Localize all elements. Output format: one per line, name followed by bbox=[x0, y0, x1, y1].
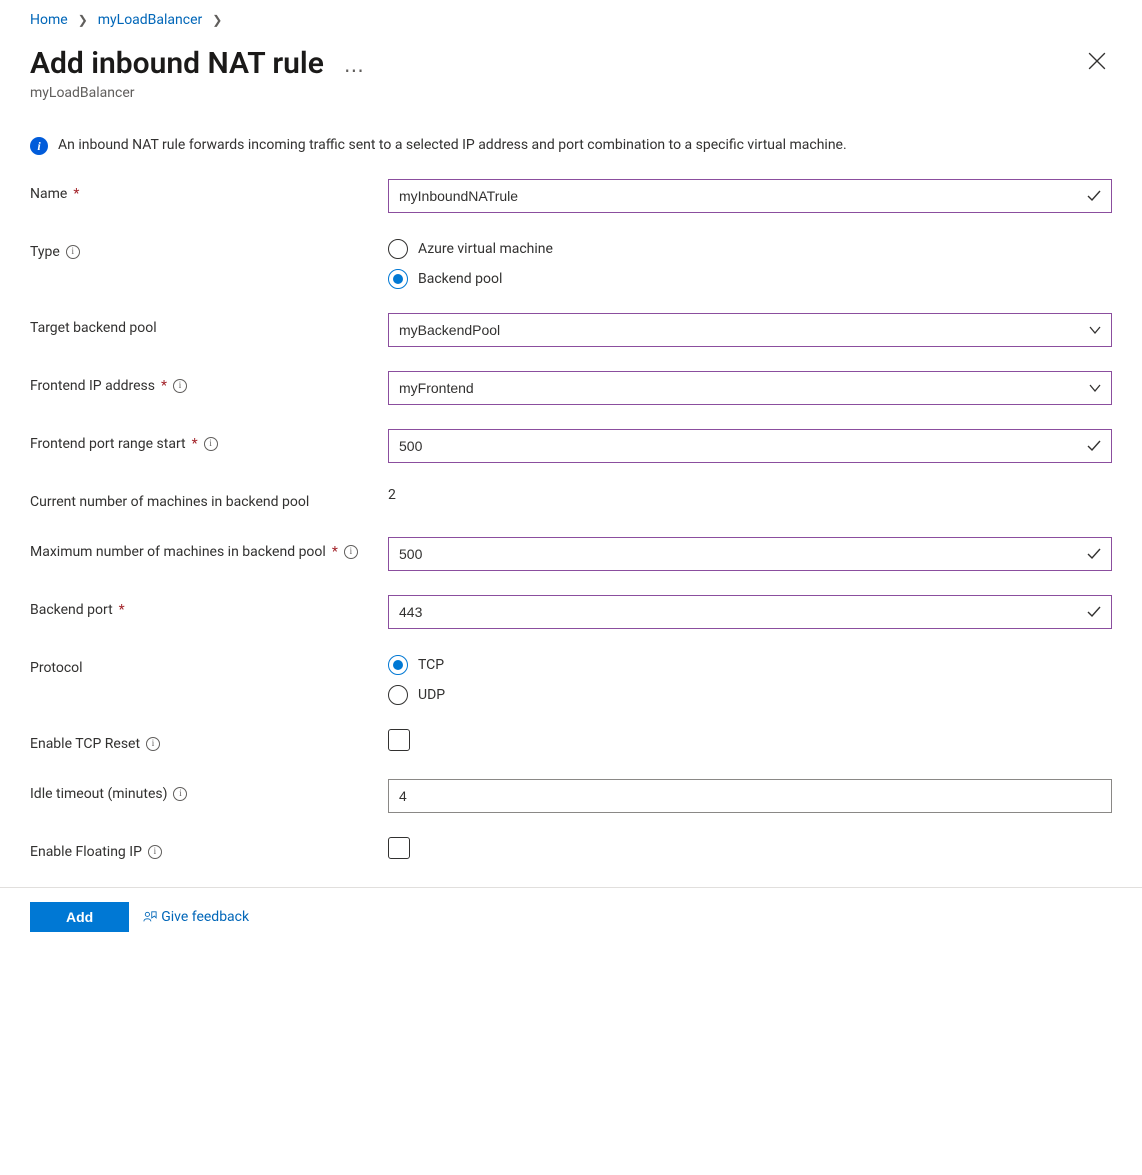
feedback-icon bbox=[143, 910, 157, 924]
max-machines-input[interactable] bbox=[388, 537, 1112, 571]
close-button[interactable] bbox=[1082, 46, 1112, 80]
frontend-ip-select[interactable] bbox=[388, 371, 1112, 405]
breadcrumb: Home ❯ myLoadBalancer ❯ bbox=[30, 12, 1112, 28]
type-radio-group: Azure virtual machine Backend pool bbox=[388, 237, 1112, 289]
protocol-radio-udp[interactable]: UDP bbox=[388, 685, 1112, 705]
label-floating-ip: Enable Floating IP i bbox=[30, 837, 388, 863]
info-text: An inbound NAT rule forwards incoming tr… bbox=[58, 135, 847, 157]
radio-icon bbox=[388, 239, 408, 259]
chevron-right-icon: ❯ bbox=[78, 13, 88, 27]
radio-icon bbox=[388, 655, 408, 675]
name-input[interactable] bbox=[388, 179, 1112, 213]
breadcrumb-home[interactable]: Home bbox=[30, 12, 68, 28]
help-icon[interactable]: i bbox=[173, 379, 187, 393]
label-frontend-ip: Frontend IP address* i bbox=[30, 371, 388, 397]
page-title: Add inbound NAT rule bbox=[30, 46, 324, 81]
give-feedback-link[interactable]: Give feedback bbox=[143, 909, 249, 925]
label-current-machines: Current number of machines in backend po… bbox=[30, 487, 388, 513]
label-protocol: Protocol bbox=[30, 653, 388, 679]
help-icon[interactable]: i bbox=[146, 737, 160, 751]
type-radio-pool-label: Backend pool bbox=[418, 271, 502, 287]
label-backend-port: Backend port* bbox=[30, 595, 388, 621]
protocol-radio-udp-label: UDP bbox=[418, 687, 445, 703]
idle-timeout-input[interactable] bbox=[388, 779, 1112, 813]
floating-ip-checkbox[interactable] bbox=[388, 837, 410, 859]
label-frontend-port-start: Frontend port range start* i bbox=[30, 429, 388, 455]
footer: Add Give feedback bbox=[0, 887, 1142, 962]
label-max-machines: Maximum number of machines in backend po… bbox=[30, 537, 388, 563]
breadcrumb-resource[interactable]: myLoadBalancer bbox=[98, 12, 203, 28]
help-icon[interactable]: i bbox=[148, 845, 162, 859]
type-radio-pool[interactable]: Backend pool bbox=[388, 269, 1112, 289]
current-machines-value: 2 bbox=[388, 487, 1112, 503]
info-banner: i An inbound NAT rule forwards incoming … bbox=[30, 135, 1112, 157]
help-icon[interactable]: i bbox=[204, 437, 218, 451]
help-icon[interactable]: i bbox=[173, 787, 187, 801]
label-target-backend-pool: Target backend pool bbox=[30, 313, 388, 339]
label-idle-timeout: Idle timeout (minutes) i bbox=[30, 779, 388, 805]
protocol-radio-tcp-label: TCP bbox=[418, 657, 444, 673]
label-type: Type i bbox=[30, 237, 388, 263]
target-backend-pool-select[interactable] bbox=[388, 313, 1112, 347]
add-button[interactable]: Add bbox=[30, 902, 129, 932]
frontend-port-start-input[interactable] bbox=[388, 429, 1112, 463]
radio-icon bbox=[388, 685, 408, 705]
help-icon[interactable]: i bbox=[344, 545, 358, 559]
backend-port-input[interactable] bbox=[388, 595, 1112, 629]
protocol-radio-tcp[interactable]: TCP bbox=[388, 655, 1112, 675]
protocol-radio-group: TCP UDP bbox=[388, 653, 1112, 705]
type-radio-vm-label: Azure virtual machine bbox=[418, 241, 553, 257]
page-subtitle: myLoadBalancer bbox=[30, 85, 364, 101]
label-name: Name* bbox=[30, 179, 388, 205]
tcp-reset-checkbox[interactable] bbox=[388, 729, 410, 751]
help-icon[interactable]: i bbox=[66, 245, 80, 259]
label-tcp-reset: Enable TCP Reset i bbox=[30, 729, 388, 755]
close-icon bbox=[1088, 52, 1106, 70]
give-feedback-label: Give feedback bbox=[161, 909, 249, 925]
info-icon: i bbox=[30, 137, 48, 155]
radio-icon bbox=[388, 269, 408, 289]
more-actions-icon[interactable]: ⋯ bbox=[344, 48, 364, 80]
chevron-right-icon: ❯ bbox=[212, 13, 222, 27]
type-radio-vm[interactable]: Azure virtual machine bbox=[388, 239, 1112, 259]
